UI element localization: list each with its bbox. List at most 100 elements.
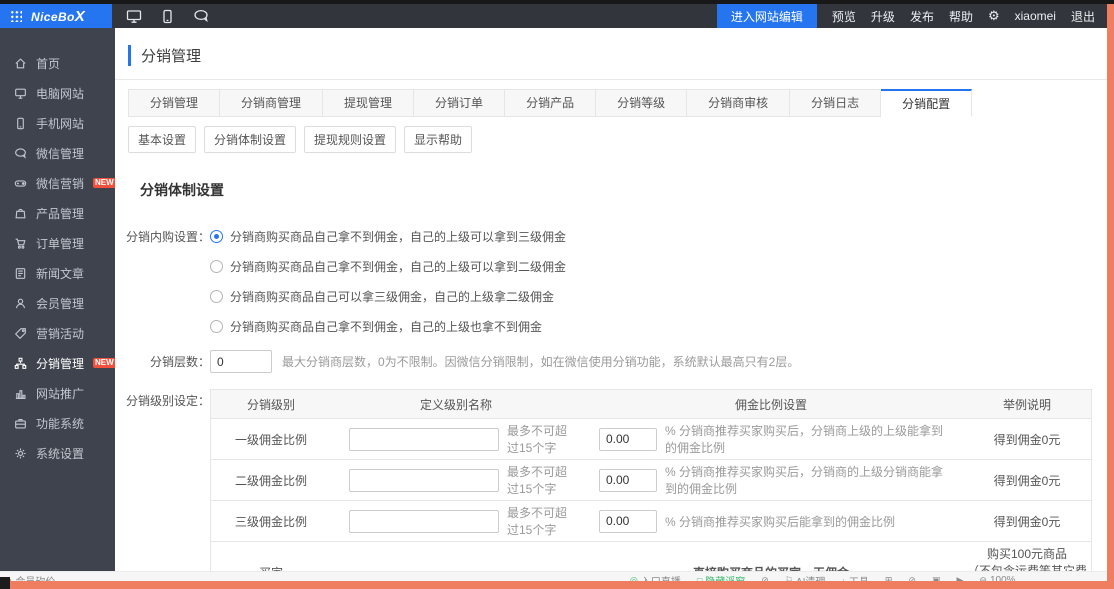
inner-purchase-options: 分销商购买商品自己拿不到佣金，自己的上级可以拿到三级佣金 分销商购买商品自己拿不… xyxy=(210,228,566,335)
level3-rate-input[interactable] xyxy=(599,510,657,533)
sidebar-item-news[interactable]: 新闻文章 xyxy=(0,258,115,288)
new-badge: NEW xyxy=(93,358,115,368)
topbar: NiceBoX 进入网站编辑 预览 升级 发布 帮助 ⚙ xiaomei 退出 xyxy=(0,4,1107,28)
table-header-row: 分销级别 定义级别名称 佣金比例设置 举例说明 xyxy=(211,390,1091,418)
name-length-hint: 最多不可超过15个字 xyxy=(507,422,573,456)
rate-desc: % 分销商推荐买家购买后，分销商上级的上级能拿到的佣金比例 xyxy=(665,422,953,456)
withdraw-rules-button[interactable]: 提现规则设置 xyxy=(304,126,396,153)
tab-distribution-products[interactable]: 分销产品 xyxy=(505,89,596,117)
tab-bar: 分销管理 分销商管理 提现管理 分销订单 分销产品 分销等级 分销商审核 分销日… xyxy=(128,89,1094,117)
table-row-buyer: 买家 - 直接购买商品的买家，无佣金 购买100元商品 （不包含运费等其它费用） xyxy=(211,541,1091,571)
sidebar-item-home[interactable]: 首页 xyxy=(0,48,115,78)
tab-distribution-logs[interactable]: 分销日志 xyxy=(790,89,881,117)
logout-link[interactable]: 退出 xyxy=(1071,8,1095,25)
section-title-system: 分销体制设置 xyxy=(140,180,1107,200)
enter-site-editor-button[interactable]: 进入网站编辑 xyxy=(717,4,817,28)
rate-desc: % 分销商推荐买家购买后能拿到的佣金比例 xyxy=(665,513,895,530)
table-row-level1: 一级佣金比例 最多不可超过15个字 % 分销商推荐买家购买后，分销商上级的上级能… xyxy=(211,418,1091,459)
settings-gear-icon[interactable]: ⚙ xyxy=(988,8,1000,24)
taskbar-item-ai-clean[interactable]: ⚐AI清理 xyxy=(785,573,826,581)
bottom-left-corner xyxy=(0,577,10,589)
username[interactable]: xiaomei xyxy=(1015,9,1056,23)
level-name: 买家 xyxy=(211,553,331,571)
example-cell: 得到佣金0元 xyxy=(961,466,1093,495)
sidebar-item-orders[interactable]: 订单管理 xyxy=(0,228,115,258)
preview-link[interactable]: 预览 xyxy=(832,8,856,25)
basic-settings-button[interactable]: 基本设置 xyxy=(128,126,196,153)
level1-name-input[interactable] xyxy=(349,428,499,451)
sidebar-item-functions[interactable]: 功能系统 xyxy=(0,408,115,438)
main-content: 分销管理 分销管理 分销商管理 提现管理 分销订单 分销产品 分销等级 分销商审… xyxy=(115,28,1107,571)
sidebar-item-mobile-site[interactable]: 手机网站 xyxy=(0,108,115,138)
wechat-view-icon[interactable] xyxy=(193,9,210,23)
table-row-level3: 三级佣金比例 最多不可超过15个字 % 分销商推荐买家购买后能拿到的佣金比例 得… xyxy=(211,500,1091,541)
config-sub-buttons: 基本设置 分销体制设置 提现规则设置 显示帮助 xyxy=(128,126,1094,153)
sidebar-item-distribution[interactable]: 分销管理 NEW xyxy=(0,348,115,378)
taskbar-item-tools[interactable]: ↓工具 xyxy=(841,573,869,581)
tab-distribution-manage[interactable]: 分销管理 xyxy=(128,89,220,117)
level2-rate-input[interactable] xyxy=(599,469,657,492)
radio-icon[interactable] xyxy=(210,320,223,333)
taskbar-item-hide-float[interactable]: □隐藏浮窗 xyxy=(697,573,745,581)
tab-distribution-levels[interactable]: 分销等级 xyxy=(596,89,687,117)
tab-distribution-orders[interactable]: 分销订单 xyxy=(414,89,505,117)
tab-distribution-config[interactable]: 分销配置 xyxy=(881,89,972,117)
sidebar-item-members[interactable]: 会员管理 xyxy=(0,288,115,318)
app-logo[interactable]: NiceBoX xyxy=(0,4,112,28)
show-help-button[interactable]: 显示帮助 xyxy=(404,126,472,153)
help-link[interactable]: 帮助 xyxy=(949,8,973,25)
radio-option-1[interactable]: 分销商购买商品自己拿不到佣金，自己的上级可以拿到三级佣金 xyxy=(210,228,566,245)
name-length-hint: 最多不可超过15个字 xyxy=(507,504,573,538)
taskbar-item-live[interactable]: ◎入口直播 xyxy=(630,573,681,581)
logo-text: NiceBoX xyxy=(31,8,85,25)
upgrade-link[interactable]: 升级 xyxy=(871,8,895,25)
new-badge: NEW xyxy=(93,178,115,188)
col-header-name: 定义级别名称 xyxy=(331,390,581,418)
taskbar-right: ◎入口直播 □隐藏浮窗 ⊘ ⚐AI清理 ↓工具 ⊞ ⊘ ▣ ▶ ⊖100% xyxy=(630,573,1016,581)
apps-grid-icon[interactable] xyxy=(10,10,22,22)
sidebar-item-products[interactable]: 产品管理 xyxy=(0,198,115,228)
col-header-example: 举例说明 xyxy=(961,390,1093,418)
col-header-rate: 佣金比例设置 xyxy=(581,390,961,418)
page-header: 分销管理 xyxy=(115,28,1107,80)
radio-option-2[interactable]: 分销商购买商品自己拿不到佣金，自己的上级可以拿到二级佣金 xyxy=(210,258,566,275)
publish-link[interactable]: 发布 xyxy=(910,8,934,25)
sidebar-item-wechat[interactable]: 微信管理 xyxy=(0,138,115,168)
rate-desc: % 分销商推荐买家购买后，分销商的上级分销商能拿到的佣金比例 xyxy=(665,463,953,497)
tab-withdraw-manage[interactable]: 提现管理 xyxy=(323,89,414,117)
bottom-taskbar: ■ 会员砍价 ◎入口直播 □隐藏浮窗 ⊘ ⚐AI清理 ↓工具 ⊞ ⊘ ▣ ▶ ⊖… xyxy=(0,571,1107,581)
radio-icon[interactable] xyxy=(210,260,223,273)
taskbar-left[interactable]: ■ 会员砍价 xyxy=(6,573,55,581)
radio-option-4[interactable]: 分销商购买商品自己拿不到佣金，自己的上级也拿不到佣金 xyxy=(210,318,566,335)
level-name: 二级佣金比例 xyxy=(211,466,331,495)
level1-rate-input[interactable] xyxy=(599,428,657,451)
name-length-hint: 最多不可超过15个字 xyxy=(507,463,573,497)
level3-name-input[interactable] xyxy=(349,510,499,533)
system-settings-button[interactable]: 分销体制设置 xyxy=(204,126,296,153)
sidebar-item-system-settings[interactable]: 系统设置 xyxy=(0,438,115,468)
desktop-view-icon[interactable] xyxy=(126,9,142,24)
sidebar-item-desktop-site[interactable]: 电脑网站 xyxy=(0,78,115,108)
layers-hint: 最大分销商层数，0为不限制。因微信分销限制，如在微信使用分销功能，系统默认最高只… xyxy=(282,353,799,370)
inner-purchase-label: 分销内购设置： xyxy=(115,214,210,245)
tab-distributor-manage[interactable]: 分销商管理 xyxy=(220,89,323,117)
topbar-right: 进入网站编辑 预览 升级 发布 帮助 ⚙ xiaomei 退出 xyxy=(717,4,1107,28)
radio-icon[interactable] xyxy=(210,230,223,243)
layers-label: 分销层数： xyxy=(115,353,210,370)
app-window: NiceBoX 进入网站编辑 预览 升级 发布 帮助 ⚙ xiaomei 退出 xyxy=(0,0,1114,589)
level2-name-input[interactable] xyxy=(349,469,499,492)
example-cell: 得到佣金0元 xyxy=(961,425,1093,454)
layers-input[interactable] xyxy=(210,350,272,373)
table-row-level2: 二级佣金比例 最多不可超过15个字 % 分销商推荐买家购买后，分销商的上级分销商… xyxy=(211,459,1091,500)
level-name: 三级佣金比例 xyxy=(211,507,331,536)
mobile-view-icon[interactable] xyxy=(162,9,173,24)
example-cell: 得到佣金0元 xyxy=(961,507,1093,536)
sidebar-item-promotion[interactable]: 网站推广 xyxy=(0,378,115,408)
sidebar-item-marketing[interactable]: 营销活动 xyxy=(0,318,115,348)
radio-option-3[interactable]: 分销商购买商品自己可以拿三级佣金，自己的上级拿二级佣金 xyxy=(210,288,566,305)
sidebar-item-wechat-marketing[interactable]: 微信营销 NEW xyxy=(0,168,115,198)
bottom-orange-bar xyxy=(0,581,1107,589)
tab-distributor-review[interactable]: 分销商审核 xyxy=(687,89,790,117)
radio-icon[interactable] xyxy=(210,290,223,303)
right-scrollbar[interactable] xyxy=(1107,4,1114,589)
